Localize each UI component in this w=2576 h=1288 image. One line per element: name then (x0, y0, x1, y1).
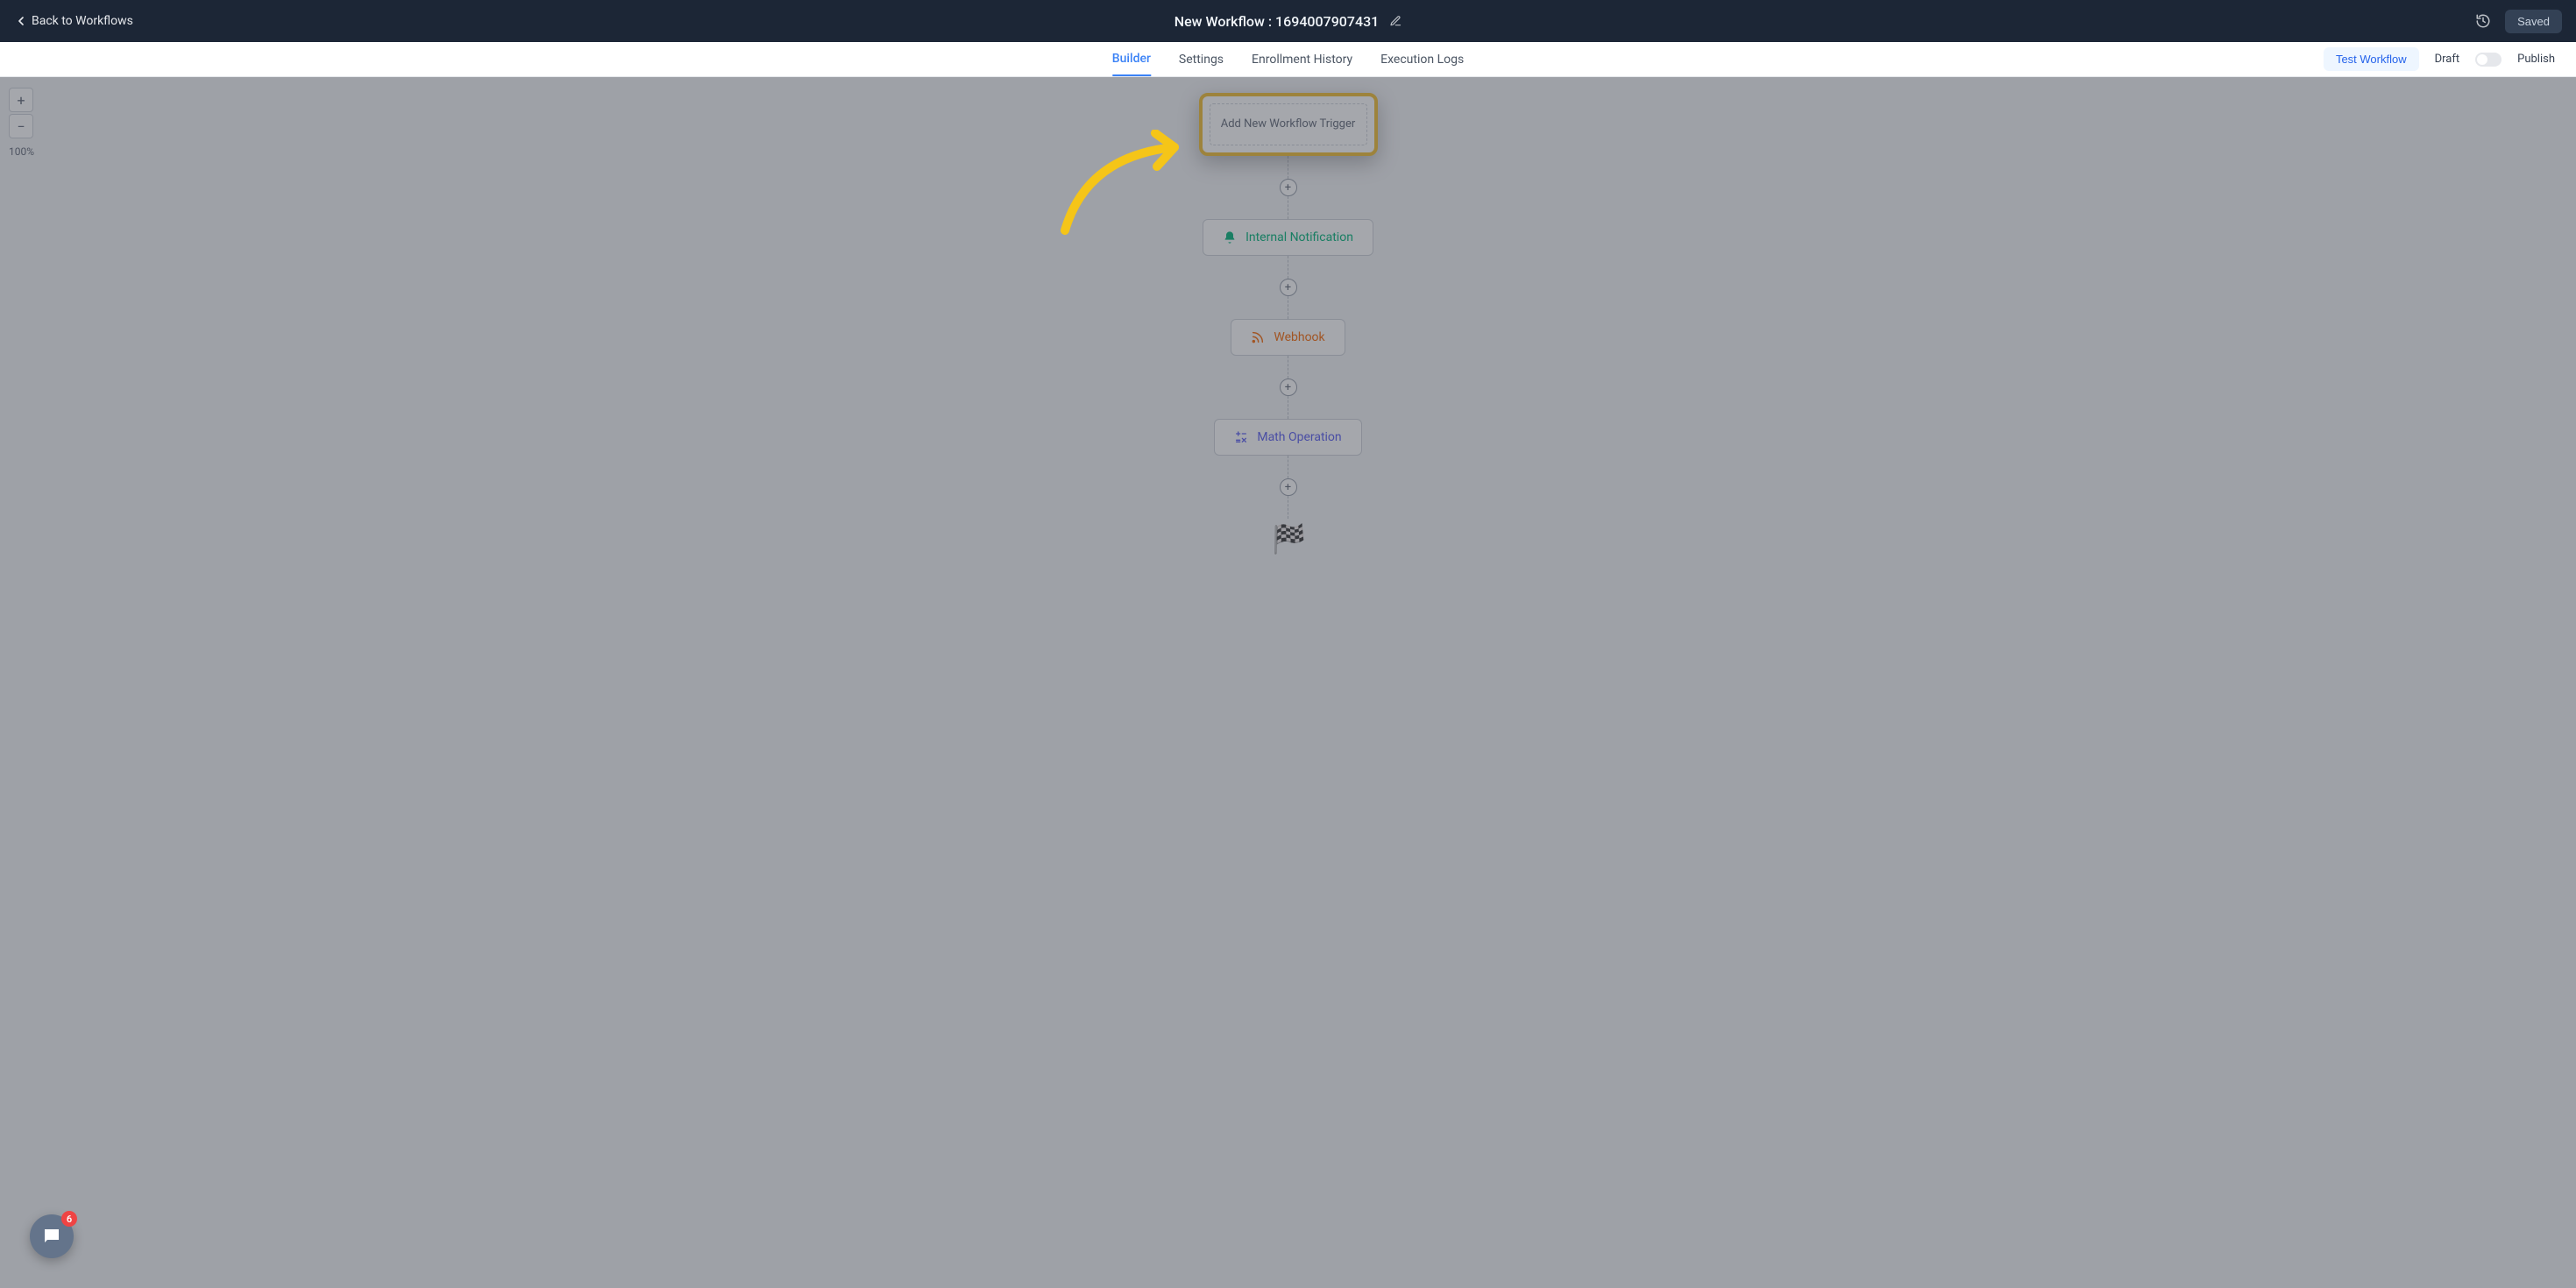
step-label: Internal Notification (1245, 230, 1353, 244)
workflow-title-wrap: New Workflow : 1694007907431 (1174, 13, 1402, 30)
history-icon[interactable] (2475, 13, 2491, 29)
trigger-highlight-frame: Add New Workflow Trigger (1199, 93, 1378, 156)
draft-label: Draft (2435, 53, 2460, 66)
workflow-canvas[interactable]: + − 100% Add New Workflow Trigger + Inte… (0, 77, 2576, 1288)
tab-settings[interactable]: Settings (1179, 42, 1224, 76)
workflow-flow: Add New Workflow Trigger + Internal Noti… (1199, 93, 1378, 556)
chevron-left-icon (14, 14, 28, 28)
zoom-level-label: 100% (9, 145, 34, 158)
workflow-title: New Workflow : 1694007907431 (1174, 13, 1380, 30)
test-workflow-button[interactable]: Test Workflow (2324, 47, 2419, 71)
chat-widget: 6 (30, 1214, 74, 1258)
finish-flag-icon: 🏁 (1268, 522, 1308, 556)
add-trigger-button[interactable]: Add New Workflow Trigger (1210, 103, 1367, 145)
top-bar: Back to Workflows New Workflow : 1694007… (0, 0, 2576, 42)
zoom-in-button[interactable]: + (9, 88, 33, 112)
zoom-out-button[interactable]: − (9, 114, 33, 138)
topbar-right: Saved (2475, 10, 2562, 33)
publish-toggle[interactable] (2475, 53, 2501, 67)
step-internal-notification[interactable]: Internal Notification (1203, 219, 1373, 256)
bell-icon (1223, 230, 1237, 244)
step-label: Math Operation (1257, 430, 1341, 444)
tabs-center: Builder Settings Enrollment History Exec… (1112, 42, 1464, 76)
add-step-button[interactable]: + (1280, 478, 1297, 496)
zoom-controls: + − 100% (9, 88, 34, 158)
add-step-button[interactable]: + (1280, 379, 1297, 396)
saved-button[interactable]: Saved (2505, 10, 2562, 33)
back-to-workflows-button[interactable]: Back to Workflows (14, 14, 133, 28)
add-step-button[interactable]: + (1280, 279, 1297, 296)
annotation-arrow-icon (1061, 130, 1201, 235)
chat-badge: 6 (61, 1211, 77, 1227)
chat-icon (41, 1226, 62, 1247)
math-icon (1234, 430, 1248, 444)
chat-button[interactable]: 6 (30, 1214, 74, 1258)
tab-enrollment-history[interactable]: Enrollment History (1252, 42, 1352, 76)
step-label: Webhook (1274, 330, 1324, 344)
tab-builder[interactable]: Builder (1112, 42, 1151, 76)
rss-icon (1251, 330, 1265, 344)
back-label: Back to Workflows (32, 14, 133, 28)
pencil-icon[interactable] (1389, 15, 1402, 27)
step-math-operation[interactable]: Math Operation (1214, 419, 1361, 456)
tabbar-right: Test Workflow Draft Publish (2324, 47, 2576, 71)
tab-execution-logs[interactable]: Execution Logs (1380, 42, 1464, 76)
step-webhook[interactable]: Webhook (1231, 319, 1345, 356)
publish-label: Publish (2517, 53, 2555, 66)
tab-bar: Builder Settings Enrollment History Exec… (0, 42, 2576, 77)
add-step-button[interactable]: + (1280, 179, 1297, 196)
